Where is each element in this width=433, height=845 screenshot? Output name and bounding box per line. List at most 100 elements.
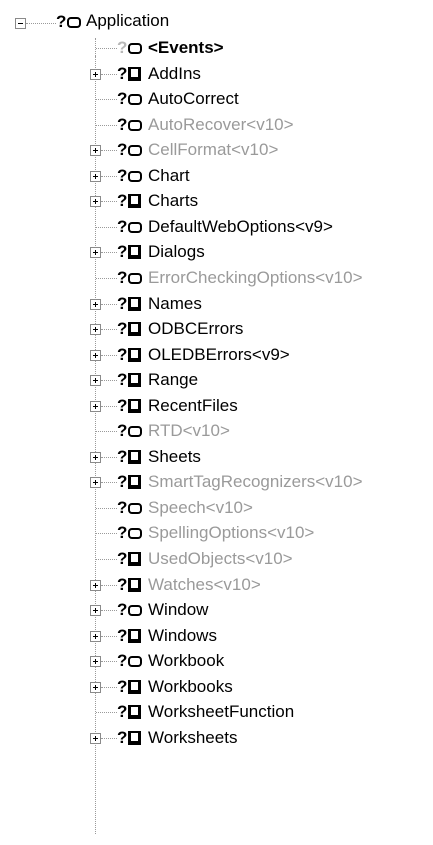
expand-icon[interactable] [90,324,101,335]
tree-node-label[interactable]: Windows [148,626,217,646]
expand-icon[interactable] [90,299,101,310]
help-icon[interactable]: ? [117,523,127,543]
help-icon[interactable]: ? [117,651,127,671]
help-icon[interactable]: ? [117,626,127,646]
tree-node-label[interactable]: DefaultWebOptions<v9> [148,217,333,237]
help-icon[interactable]: ? [117,115,127,135]
tree-root-label[interactable]: Application [86,11,169,31]
expand-icon[interactable] [90,580,101,591]
help-icon[interactable]: ? [117,549,127,569]
collapse-icon[interactable] [15,18,26,29]
help-icon[interactable]: ? [117,89,127,109]
help-icon[interactable]: ? [117,447,127,467]
expand-icon[interactable] [90,656,101,667]
expand-icon[interactable] [90,145,101,156]
help-icon[interactable]: ? [117,677,127,697]
tree-node-label[interactable]: Range [148,370,198,390]
tree-node[interactable]: ? Watches<v10> [0,572,433,598]
tree-node-label[interactable]: Workbooks [148,677,233,697]
tree-node-label[interactable]: RecentFiles [148,396,238,416]
tree-node[interactable]: ? Charts [0,188,433,214]
tree-node-label[interactable]: ODBCErrors [148,319,243,339]
tree-node-label[interactable]: Chart [148,166,190,186]
help-icon[interactable]: ? [117,64,127,84]
tree-node-label[interactable]: AutoCorrect [148,89,239,109]
tree-node[interactable]: ? Dialogs [0,239,433,265]
help-icon[interactable]: ? [117,702,127,722]
expand-icon[interactable] [90,401,101,412]
tree-node[interactable]: ? Window [0,597,433,623]
expand-icon[interactable] [90,452,101,463]
tree-node-label[interactable]: Charts [148,191,198,211]
tree-node[interactable]: ? AddIns [0,61,433,87]
tree-node[interactable]: ? CellFormat<v10> [0,137,433,163]
help-icon[interactable]: ? [117,140,127,160]
expand-icon[interactable] [90,247,101,258]
tree-node[interactable]: ? Workbook [0,648,433,674]
help-icon[interactable]: ? [117,421,127,441]
tree-node[interactable]: ? Chart [0,163,433,189]
tree-node[interactable]: ? SmartTagRecognizers<v10> [0,469,433,495]
help-icon[interactable]: ? [117,166,127,186]
expand-icon[interactable] [90,631,101,642]
tree-node[interactable]: ? Windows [0,623,433,649]
tree-node[interactable]: ? ErrorCheckingOptions<v10> [0,265,433,291]
expand-icon[interactable] [90,171,101,182]
tree-node[interactable]: ? AutoCorrect [0,86,433,112]
tree-node-label[interactable]: Watches<v10> [148,575,261,595]
help-icon[interactable]: ? [56,12,66,32]
tree-root-row[interactable]: ? Application [0,9,433,35]
help-icon[interactable]: ? [117,38,127,58]
tree-node[interactable]: ? DefaultWebOptions<v9> [0,214,433,240]
tree-node[interactable]: ? <Events> [0,35,433,61]
tree-node-label[interactable]: CellFormat<v10> [148,140,278,160]
tree-node-label[interactable]: AddIns [148,64,201,84]
tree-node-label[interactable]: RTD<v10> [148,421,230,441]
tree-node-label[interactable]: Dialogs [148,242,205,262]
help-icon[interactable]: ? [117,472,127,492]
tree-node-label[interactable]: WorksheetFunction [148,702,294,722]
tree-node[interactable]: ? WorksheetFunction [0,699,433,725]
help-icon[interactable]: ? [117,319,127,339]
tree-node[interactable]: ? OLEDBErrors<v9> [0,342,433,368]
tree-node-label[interactable]: Sheets [148,447,201,467]
tree-node-label[interactable]: AutoRecover<v10> [148,115,294,135]
help-icon[interactable]: ? [117,242,127,262]
help-icon[interactable]: ? [117,600,127,620]
tree-node-label[interactable]: SmartTagRecognizers<v10> [148,472,363,492]
tree-node[interactable]: ? Range [0,367,433,393]
help-icon[interactable]: ? [117,191,127,211]
expand-icon[interactable] [90,350,101,361]
tree-node[interactable]: ? RecentFiles [0,393,433,419]
tree-node-label[interactable]: ErrorCheckingOptions<v10> [148,268,363,288]
tree-node[interactable]: ? Sheets [0,444,433,470]
help-icon[interactable]: ? [117,268,127,288]
expand-icon[interactable] [90,69,101,80]
expand-icon[interactable] [90,682,101,693]
tree-node[interactable]: ? Names [0,291,433,317]
tree-node[interactable]: ? RTD<v10> [0,418,433,444]
tree-node-label[interactable]: Speech<v10> [148,498,253,518]
tree-node-label[interactable]: Workbook [148,651,224,671]
help-icon[interactable]: ? [117,217,127,237]
tree-node[interactable]: ? SpellingOptions<v10> [0,520,433,546]
tree-node-label[interactable]: Worksheets [148,728,237,748]
expand-icon[interactable] [90,196,101,207]
expand-icon[interactable] [90,605,101,616]
help-icon[interactable]: ? [117,396,127,416]
expand-icon[interactable] [90,733,101,744]
help-icon[interactable]: ? [117,345,127,365]
tree-node[interactable]: ? Worksheets [0,725,433,751]
tree-node-label[interactable]: OLEDBErrors<v9> [148,345,290,365]
help-icon[interactable]: ? [117,728,127,748]
tree-node[interactable]: ? AutoRecover<v10> [0,112,433,138]
tree-node-label[interactable]: Names [148,294,202,314]
help-icon[interactable]: ? [117,370,127,390]
help-icon[interactable]: ? [117,498,127,518]
tree-node[interactable]: ? UsedObjects<v10> [0,546,433,572]
tree-node-label[interactable]: SpellingOptions<v10> [148,523,314,543]
tree-node[interactable]: ? ODBCErrors [0,316,433,342]
expand-icon[interactable] [90,477,101,488]
tree-node[interactable]: ? Workbooks [0,674,433,700]
tree-node-label[interactable]: <Events> [148,38,224,58]
